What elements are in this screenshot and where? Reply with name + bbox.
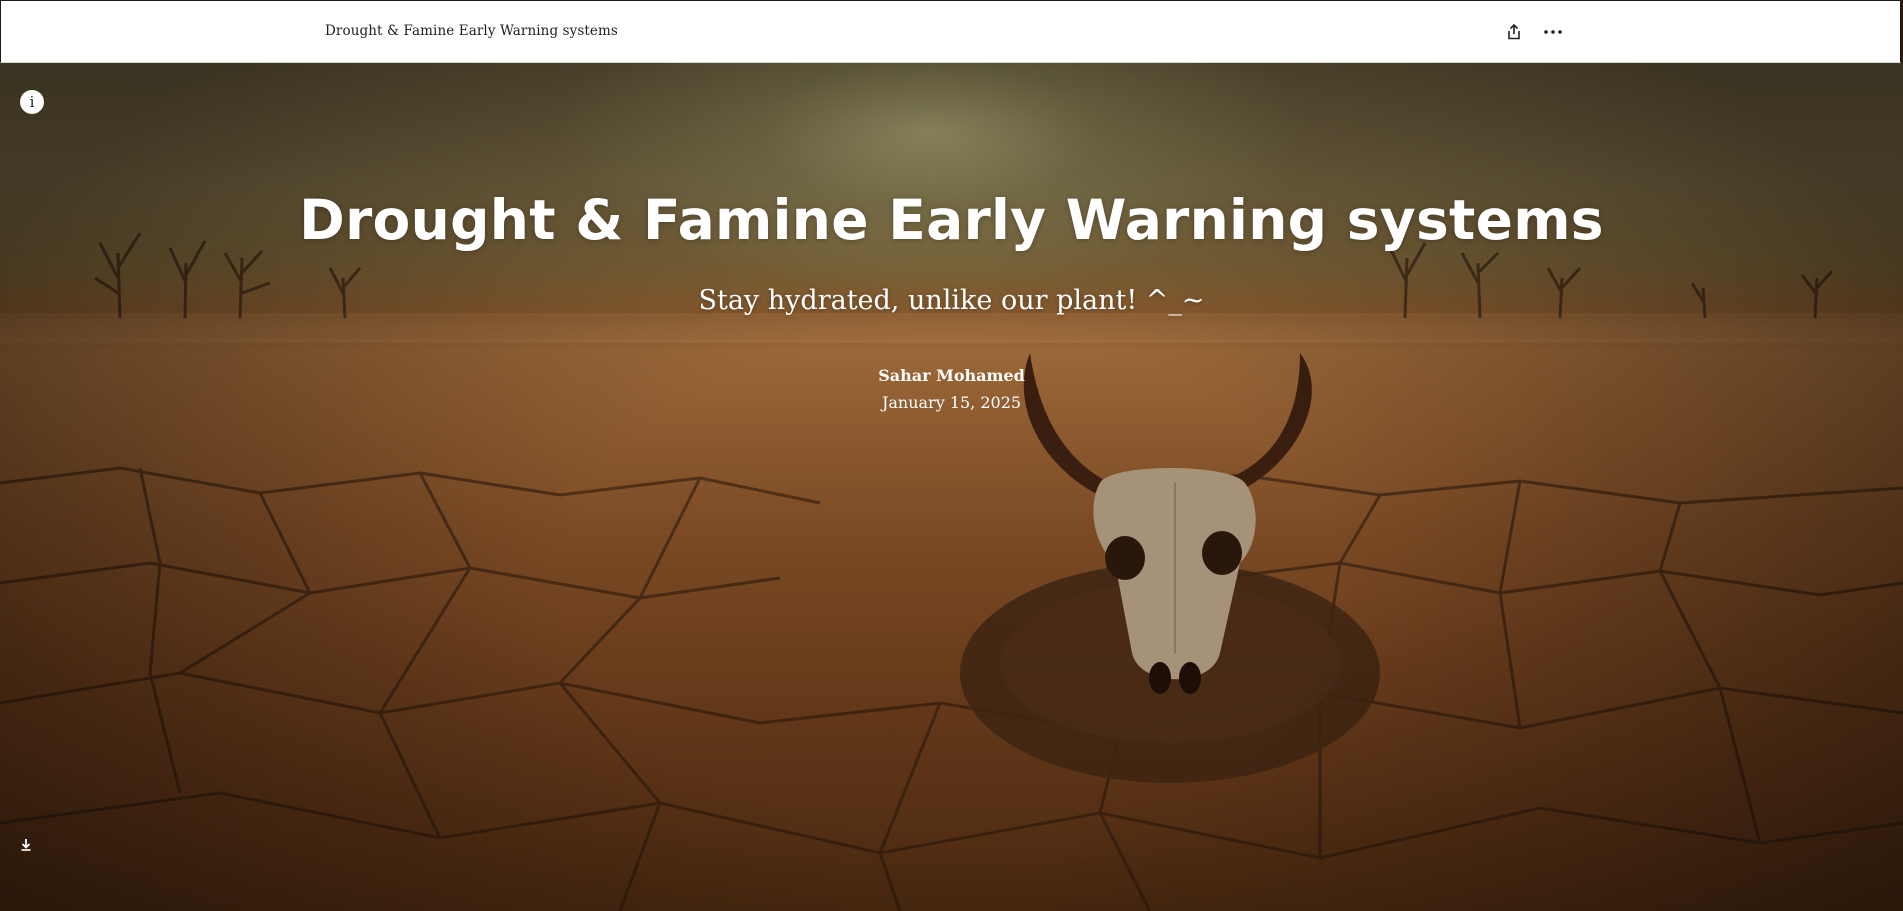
scroll-down-button[interactable] [16, 834, 36, 854]
share-icon [1508, 24, 1520, 40]
share-button[interactable] [1501, 19, 1527, 45]
hero-title: Drought & Famine Early Warning systems [299, 188, 1604, 252]
author-name: Sahar Mohamed [878, 366, 1025, 385]
story-title: Drought & Famine Early Warning systems [325, 23, 618, 39]
arrow-down-icon [21, 838, 31, 851]
top-bar: Drought & Famine Early Warning systems [0, 0, 1901, 63]
image-info-button[interactable]: i [20, 90, 44, 114]
info-icon: i [29, 93, 35, 111]
hero-section: i Drought & Famine Early Warning systems… [0, 63, 1903, 911]
more-options-icon [1544, 30, 1562, 34]
hero-subtitle: Stay hydrated, unlike our plant! ^_~ [698, 285, 1205, 316]
publish-date: January 15, 2025 [881, 393, 1022, 412]
more-options-button[interactable] [1540, 19, 1566, 45]
